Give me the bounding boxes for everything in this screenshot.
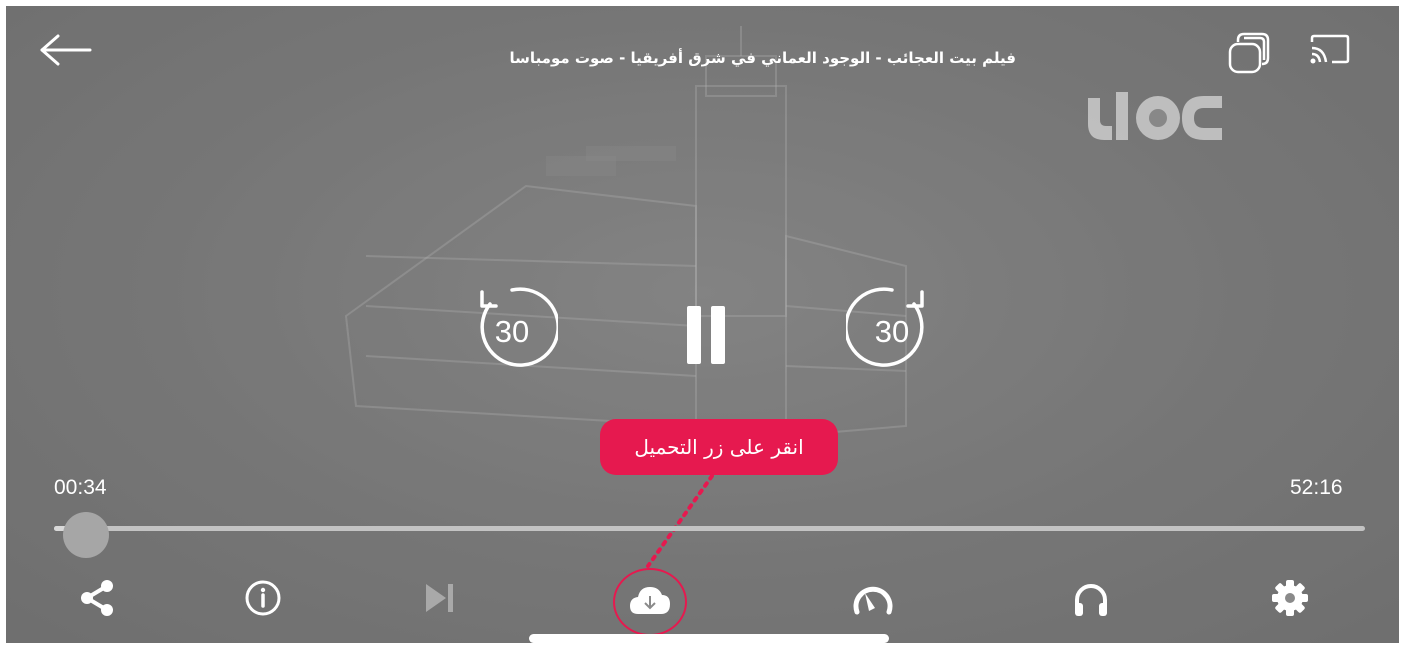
skip-next-icon [426,584,453,612]
channel-logo-watermark [1088,92,1222,140]
stacked-windows-icon [1228,32,1270,74]
share-icon [81,580,113,616]
seek-bar-track[interactable] [54,526,1365,531]
gear-icon [1272,580,1308,616]
next-episode-button[interactable] [416,576,460,620]
settings-button[interactable] [1268,576,1312,620]
cast-icon [1310,34,1350,64]
share-button[interactable] [76,576,120,620]
info-button[interactable] [241,576,285,620]
download-hint-tooltip: انقر على زر التحميل [600,419,838,475]
pip-button[interactable] [1226,30,1274,76]
arrow-left-icon [40,34,92,66]
video-title: فيلم بيت العجائب - الوجود العماني في شرق… [509,49,1016,67]
video-player[interactable]: فيلم بيت العجائب - الوجود العماني في شرق… [6,6,1399,643]
pause-icon [687,306,725,364]
current-time: 00:34 [54,476,107,499]
speedometer-icon [853,586,893,615]
download-button[interactable] [628,580,672,624]
rewind-seconds-label: 30 [494,314,530,349]
pause-button[interactable] [684,304,730,366]
headphones-icon [1075,584,1107,616]
forward-30-button[interactable]: 30 [846,282,938,374]
audio-track-button[interactable] [1069,578,1113,622]
back-button[interactable] [36,30,96,74]
cast-button[interactable] [1308,32,1352,68]
cloud-download-icon [630,587,670,614]
home-indicator [529,634,889,643]
rewind-30-button[interactable]: 30 [466,282,558,374]
playback-speed-button[interactable] [851,578,895,622]
info-icon [245,580,281,616]
forward-seconds-label: 30 [874,314,910,349]
total-duration: 52:16 [1290,476,1343,499]
tooltip-dotted-pointer [646,474,714,568]
